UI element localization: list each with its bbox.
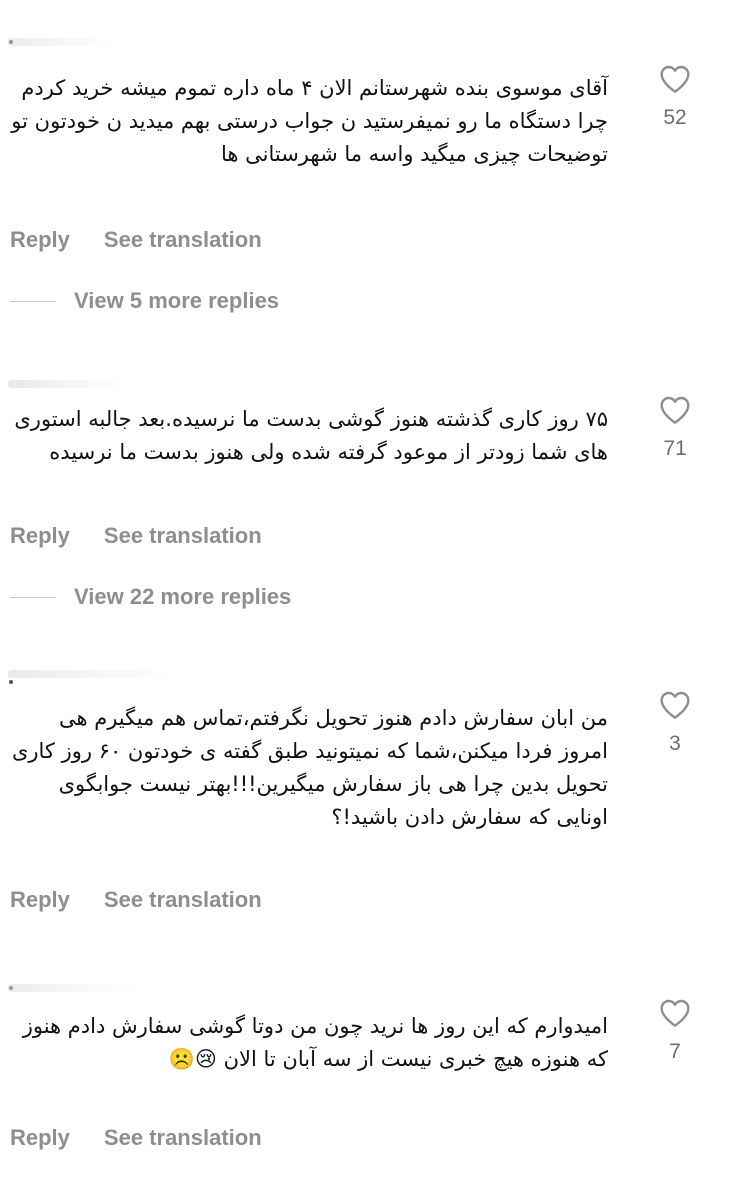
like-count: 71	[663, 437, 687, 460]
heart-outline-icon	[660, 999, 690, 1027]
heart-outline-icon	[660, 691, 690, 719]
replies-divider	[10, 596, 56, 598]
replies-divider	[10, 300, 56, 302]
comment-text: آقای موسوی بنده شهرستانم الان ۴ ماه داره…	[4, 76, 608, 166]
reply-button[interactable]: Reply	[10, 1125, 70, 1150]
username-blur	[8, 38, 118, 46]
reply-button[interactable]: Reply	[10, 523, 70, 548]
comment-text: من ابان سفارش دادم هنوز تحویل نگرفتم،تما…	[5, 706, 608, 829]
see-translation-button[interactable]: See translation	[104, 227, 262, 252]
comment-actions: Reply See translation	[10, 227, 262, 253]
like-button[interactable]: 7	[640, 998, 710, 1064]
comment-actions: Reply See translation	[10, 887, 262, 913]
view-replies-label: View 5 more replies	[74, 288, 280, 313]
view-replies-label: View 22 more replies	[74, 584, 292, 609]
comment-actions: Reply See translation	[10, 523, 262, 549]
see-translation-button[interactable]: See translation	[104, 523, 262, 548]
view-replies-button[interactable]: View 22 more replies	[10, 584, 291, 610]
like-button[interactable]: 52	[640, 64, 710, 130]
like-button[interactable]: 71	[640, 395, 710, 461]
like-button[interactable]: 3	[640, 690, 710, 756]
comment-text: ۷۵ روز کاری گذشته هنوز گوشی بدست ما نرسی…	[7, 407, 608, 464]
see-translation-button[interactable]: See translation	[104, 1125, 262, 1150]
username-blur	[8, 984, 138, 992]
like-count: 7	[669, 1040, 681, 1063]
reply-button[interactable]: Reply	[10, 887, 70, 912]
heart-outline-icon	[660, 396, 690, 424]
comment-actions: Reply See translation	[10, 1125, 262, 1151]
username-blur	[8, 380, 128, 388]
see-translation-button[interactable]: See translation	[104, 887, 262, 912]
reply-button[interactable]: Reply	[10, 227, 70, 252]
like-count: 3	[669, 732, 681, 755]
view-replies-button[interactable]: View 5 more replies	[10, 288, 279, 314]
like-count: 52	[663, 106, 687, 129]
username-blur	[8, 670, 178, 678]
heart-outline-icon	[660, 65, 690, 93]
comment-text: امیدوارم که این روز ها نرید چون من دوتا …	[16, 1014, 608, 1071]
username-redacted	[9, 680, 13, 684]
